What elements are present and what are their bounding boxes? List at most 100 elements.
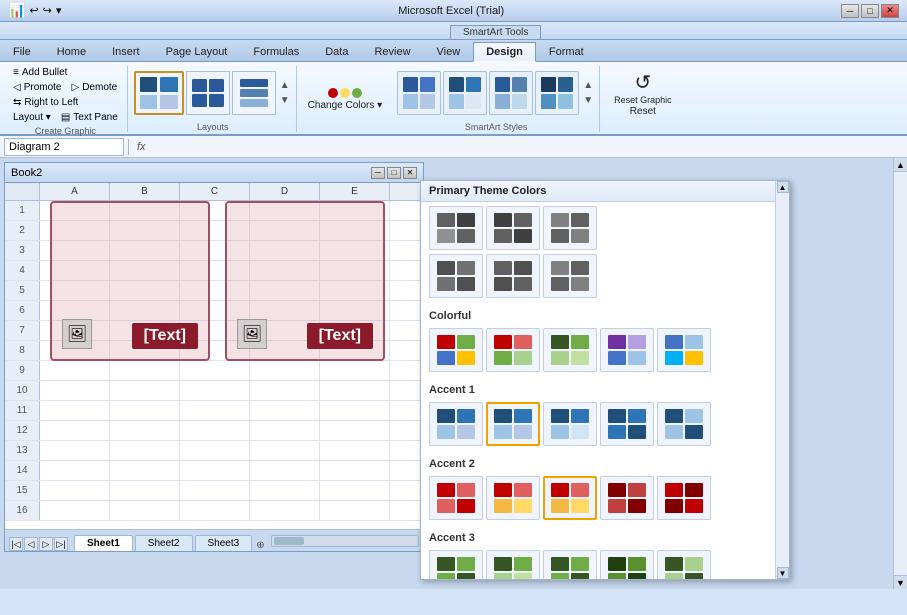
tab-review[interactable]: Review <box>361 41 423 61</box>
color-swatch[interactable] <box>429 206 483 250</box>
color-swatch-accent2-5[interactable] <box>657 476 711 520</box>
tab-design[interactable]: Design <box>473 42 536 62</box>
smartart-shape-right[interactable]: 🖼 [Text] <box>225 201 385 361</box>
color-swatch-accent3-4[interactable] <box>600 550 654 580</box>
dropdown-scroll-track[interactable] <box>777 193 789 567</box>
table-row: 12 <box>5 421 423 441</box>
workbook-close[interactable]: ✕ <box>403 167 417 179</box>
color-swatch-accent2-4[interactable] <box>600 476 654 520</box>
tab-formulas[interactable]: Formulas <box>240 41 312 61</box>
color-swatch-colorful-5[interactable] <box>657 328 711 372</box>
reset-graphic-button[interactable]: ↺ Reset Graphic Reset <box>608 66 678 121</box>
col-D[interactable]: D <box>250 183 320 200</box>
color-swatch-accent3-2[interactable] <box>486 550 540 580</box>
sheet-first[interactable]: |◁ <box>9 537 23 551</box>
col-C[interactable]: C <box>180 183 250 200</box>
dropdown-scroll-down[interactable]: ▼ <box>777 567 789 579</box>
sheet-last[interactable]: ▷| <box>54 537 68 551</box>
quick-access-redo[interactable]: ↪ <box>43 4 52 17</box>
col-A[interactable]: A <box>40 183 110 200</box>
tab-data[interactable]: Data <box>312 41 361 61</box>
horizontal-scrollbar[interactable] <box>271 535 419 547</box>
sheet-tab-2[interactable]: Sheet2 <box>135 535 193 551</box>
style-thumb-1[interactable] <box>397 71 441 115</box>
styles-scroll-up[interactable]: ▲ <box>581 78 595 93</box>
color-swatch[interactable] <box>429 254 483 298</box>
text-pane-button[interactable]: ▤ Text Pane <box>58 111 121 124</box>
color-swatch-colorful-3[interactable] <box>543 328 597 372</box>
change-colors-button[interactable]: Change Colors ▾ <box>299 66 392 132</box>
color-swatch[interactable] <box>543 254 597 298</box>
add-bullet-button[interactable]: ≡ Add Bullet <box>10 66 121 79</box>
app-icon: 📊 <box>8 2 25 19</box>
sheet-next[interactable]: ▷ <box>39 537 53 551</box>
color-swatch-colorful-2[interactable] <box>486 328 540 372</box>
scroll-down-btn[interactable]: ▼ <box>894 575 907 589</box>
layout-button[interactable]: Layout ▾ <box>10 111 54 124</box>
maximize-button[interactable]: □ <box>861 4 879 18</box>
layout-thumb-active[interactable] <box>134 71 184 115</box>
dropdown-scroll-up[interactable]: ▲ <box>777 181 789 193</box>
tab-page-layout[interactable]: Page Layout <box>153 41 241 61</box>
name-box[interactable]: Diagram 2 <box>4 138 124 156</box>
smartart-text-right[interactable]: [Text] <box>307 323 373 349</box>
dropdown-scrollbar[interactable]: ▲ ▼ <box>775 181 789 579</box>
color-swatch-accent1-2-selected[interactable] <box>486 402 540 446</box>
color-swatch[interactable] <box>543 206 597 250</box>
color-swatch-colorful-1[interactable] <box>429 328 483 372</box>
layouts-scroll-up[interactable]: ▲ <box>278 78 292 93</box>
styles-scroll-down[interactable]: ▼ <box>581 93 595 108</box>
layouts-scroll-down[interactable]: ▼ <box>278 93 292 108</box>
tab-insert[interactable]: Insert <box>99 41 153 61</box>
col-B[interactable]: B <box>110 183 180 200</box>
tab-format[interactable]: Format <box>536 41 597 61</box>
style-thumb-3[interactable] <box>489 71 533 115</box>
primary-theme-swatches <box>429 206 781 250</box>
color-swatch-accent1-1[interactable] <box>429 402 483 446</box>
color-swatch-accent3-5[interactable] <box>657 550 711 580</box>
color-swatch[interactable] <box>486 206 540 250</box>
style-thumb-2[interactable] <box>443 71 487 115</box>
colorful-label: Colorful <box>429 308 781 324</box>
color-swatch-accent1-4[interactable] <box>600 402 654 446</box>
color-swatch-accent1-3[interactable] <box>543 402 597 446</box>
sheet-tab-3[interactable]: Sheet3 <box>195 535 253 551</box>
tab-file[interactable]: File <box>0 41 44 61</box>
color-swatch-accent2-2[interactable] <box>486 476 540 520</box>
color-swatch-colorful-4[interactable] <box>600 328 654 372</box>
main-scrollbar[interactable]: ▲ ▼ <box>893 158 907 589</box>
color-swatch-accent3-3[interactable] <box>543 550 597 580</box>
formula-input[interactable] <box>154 138 903 156</box>
smartart-styles-label: SmartArt Styles <box>397 120 595 132</box>
workbook-minimize[interactable]: ─ <box>371 167 385 179</box>
scroll-up-btn[interactable]: ▲ <box>894 158 907 172</box>
layout-thumb-2[interactable] <box>186 71 230 115</box>
tab-view[interactable]: View <box>424 41 474 61</box>
sheet-prev[interactable]: ◁ <box>24 537 38 551</box>
tab-home[interactable]: Home <box>44 41 99 61</box>
style-thumb-4[interactable] <box>535 71 579 115</box>
workbook: Book2 ─ □ ✕ A B C D E <box>4 162 424 552</box>
color-swatch-accent2-3-selected[interactable] <box>543 476 597 520</box>
new-sheet-icon[interactable]: ⊕ <box>256 540 264 551</box>
scrollbar-thumb[interactable] <box>274 537 304 545</box>
col-E[interactable]: E <box>320 183 390 200</box>
close-button[interactable]: ✕ <box>881 4 899 18</box>
minimize-button[interactable]: ─ <box>841 4 859 18</box>
scroll-track[interactable] <box>894 172 907 575</box>
layout-thumb-3[interactable] <box>232 71 276 115</box>
ribbon-tabs: File Home Insert Page Layout Formulas Da… <box>0 40 907 62</box>
color-swatch-accent2-1[interactable] <box>429 476 483 520</box>
color-swatch-accent1-5[interactable] <box>657 402 711 446</box>
reset-icon: ↺ <box>634 70 651 95</box>
sheet-tab-1[interactable]: Sheet1 <box>74 535 133 551</box>
smartart-text-left[interactable]: [Text] <box>132 323 198 349</box>
right-to-left-button[interactable]: ⇆ Right to Left <box>10 96 121 109</box>
workbook-maximize[interactable]: □ <box>387 167 401 179</box>
promote-button[interactable]: ◁ Promote <box>10 81 65 94</box>
quick-access-undo[interactable]: ↩ <box>29 4 38 17</box>
smartart-shape-left[interactable]: 🖼 [Text] <box>50 201 210 361</box>
color-swatch[interactable] <box>486 254 540 298</box>
demote-button[interactable]: ▷ Demote <box>69 81 121 94</box>
color-swatch-accent3-1[interactable] <box>429 550 483 580</box>
